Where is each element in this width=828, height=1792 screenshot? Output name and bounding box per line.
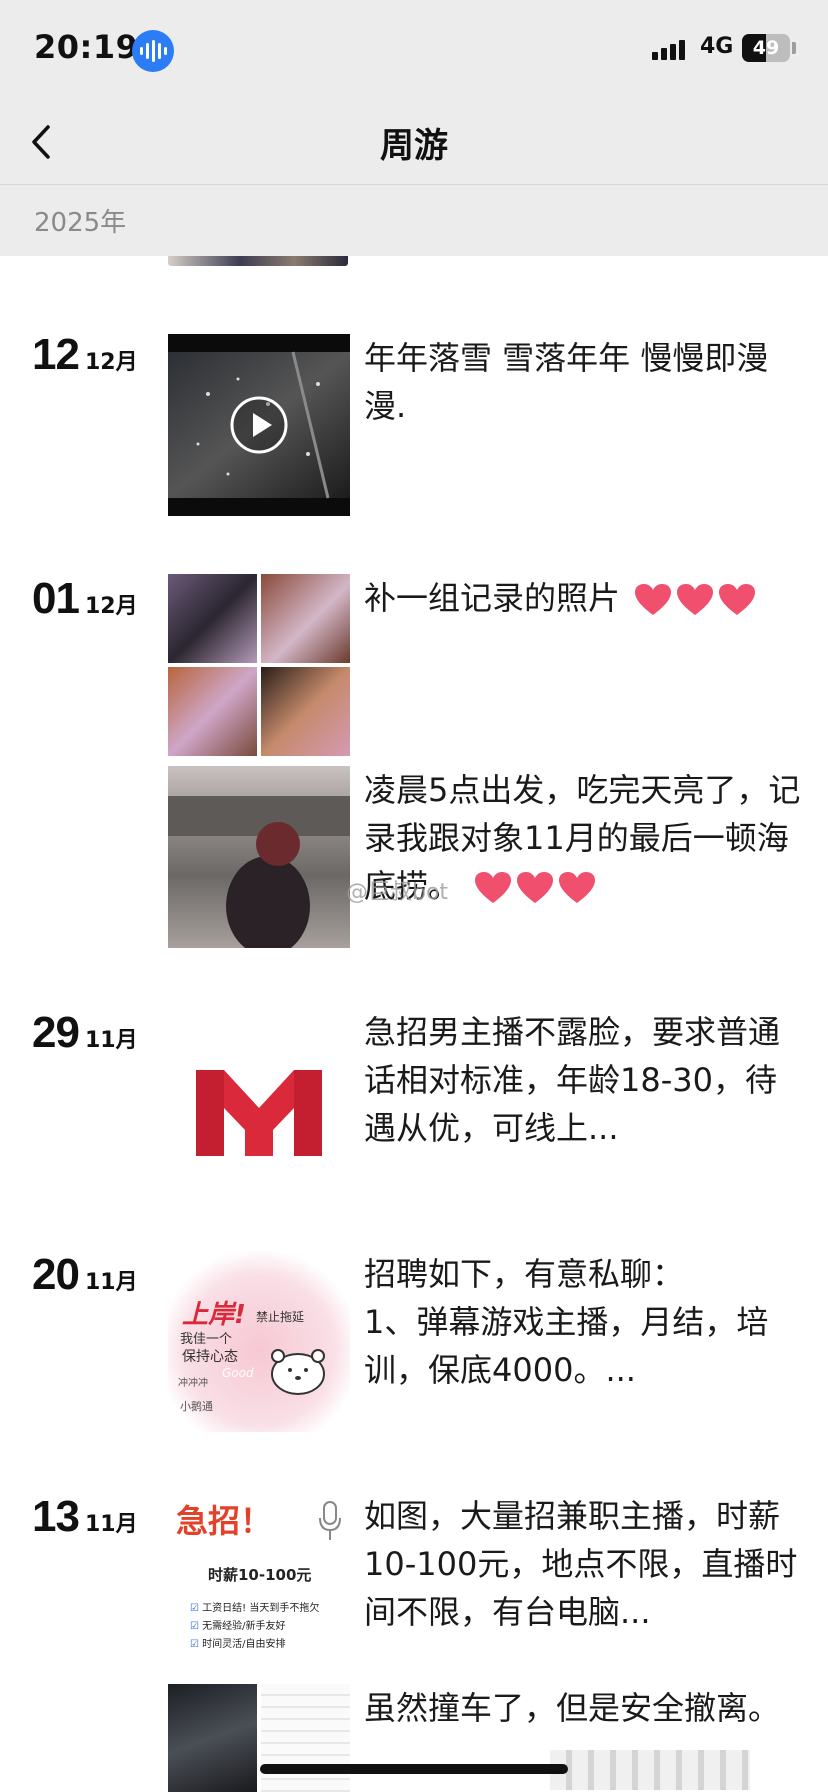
header-area: 20:19 4G 49 周游 2025年 — [0, 0, 828, 256]
poster-bullet: 时间灵活/自由安排 — [202, 1639, 286, 1650]
post-day: 20 — [32, 1250, 80, 1299]
sticker-line: 禁止拖延 — [256, 1310, 305, 1324]
signal-icon — [652, 38, 685, 60]
post-item[interactable]: 凌晨5点出发，吃完天亮了，记录我跟对象11月的最后一顿海底捞。 — [168, 766, 800, 948]
poster-bullet: 无需经验/新手友好 — [202, 1621, 286, 1632]
sticker-line: 我佳一个 — [180, 1332, 233, 1347]
post-month: 12月 — [84, 350, 138, 375]
post-month: 11月 — [84, 1028, 138, 1053]
status-bar: 20:19 4G 49 — [0, 0, 828, 100]
photo-thumbnail[interactable] — [168, 1684, 257, 1792]
post-text[interactable]: 急招男主播不露脸，要求普通话相对标准，年龄18-30，待遇从优，可线上... — [364, 1008, 804, 1152]
post-date: 13 11月 — [32, 1492, 138, 1542]
logo-thumbnail[interactable] — [168, 1008, 350, 1190]
photo-thumbnail[interactable] — [261, 574, 350, 663]
sticker-good: Good — [222, 1366, 254, 1380]
microphone-icon — [319, 1501, 341, 1540]
post-text[interactable]: 如图，大量招兼职主播，时薪10-100元，地点不限，直播时间不限，有台电脑... — [364, 1492, 804, 1636]
poster-headline: 急招！ — [176, 1502, 273, 1540]
video-thumbnail[interactable] — [168, 334, 350, 516]
battery-percent: 49 — [752, 37, 780, 59]
sticker-brand: 小鹅通 — [180, 1400, 213, 1413]
play-icon[interactable] — [229, 395, 289, 455]
post-item[interactable]: 补一组记录的照片 — [168, 574, 798, 756]
status-time: 20:19 — [34, 28, 139, 66]
nav-bar: 周游 — [0, 100, 828, 184]
sticker-footer: 冲冲冲 — [178, 1378, 208, 1389]
sticker-headline: 上岸! — [182, 1300, 246, 1330]
heart-icon — [517, 872, 554, 903]
post-item[interactable]: 急招男主播不露脸，要求普通话相对标准，年龄18-30，待遇从优，可线上... — [168, 1008, 798, 1190]
post-date: 29 11月 — [32, 1008, 138, 1058]
battery-icon: 49 — [742, 34, 790, 62]
post-text[interactable]: 补一组记录的照片 — [364, 574, 804, 622]
poster-bullets: ☑ 工资日结! 当天到手不拖欠 ☑ 无需经验/新手友好 ☑ 时间灵活/自由安排 — [190, 1600, 319, 1654]
voice-assistant-icon[interactable] — [132, 30, 174, 72]
post-month: 11月 — [84, 1270, 138, 1295]
post-item[interactable]: 年年落雪 雪落年年 慢慢即漫漫. — [168, 334, 798, 516]
heart-icon — [475, 872, 512, 903]
post-text-content: 补一组记录的照片 — [364, 579, 621, 617]
post-date: 12 12月 — [32, 330, 138, 380]
heart-emojis — [474, 871, 596, 905]
heart-icon — [719, 584, 756, 615]
heart-icon — [635, 584, 672, 615]
post-date: 20 11月 — [32, 1250, 138, 1300]
blurred-region — [550, 1750, 750, 1790]
battery-tip — [792, 42, 796, 54]
photo-thumbnail[interactable] — [168, 574, 257, 663]
brand-logo-icon — [196, 1070, 322, 1156]
post-date: 01 12月 — [32, 574, 138, 624]
photo-thumbnail[interactable] — [261, 1684, 350, 1792]
poster-wage: 时薪10-100元 — [208, 1566, 312, 1584]
page-title: 周游 — [380, 126, 448, 166]
heart-icon — [677, 584, 714, 615]
heart-icon — [559, 872, 596, 903]
post-item[interactable]: 急招！ 时薪10-100元 ☑ 工资日结! 当天到手不拖欠 ☑ 无需经验/新手友… — [168, 1492, 798, 1674]
check-icon: ☑ — [190, 1621, 199, 1632]
post-text[interactable]: 年年落雪 雪落年年 慢慢即漫漫. — [364, 334, 804, 430]
post-item[interactable]: 上岸! 我佳一个 保持心态 禁止拖延 Good 冲冲冲 小鹅通 招聘如下，有意私… — [168, 1250, 798, 1432]
post-day: 01 — [32, 574, 80, 623]
photo-thumbnail[interactable] — [168, 766, 350, 948]
post-day: 13 — [32, 1492, 80, 1541]
network-type: 4G — [700, 34, 734, 59]
post-day: 12 — [32, 330, 80, 379]
divider — [0, 184, 828, 185]
poster-bullet: 工资日结! 当天到手不拖欠 — [202, 1603, 320, 1614]
photo-pair[interactable] — [168, 1684, 350, 1792]
photo-content — [168, 796, 350, 948]
bear-icon — [271, 1349, 325, 1395]
photo-thumbnail[interactable] — [168, 667, 257, 756]
year-label: 2025年 — [34, 208, 127, 238]
home-indicator[interactable] — [260, 1764, 568, 1774]
post-day: 29 — [32, 1008, 80, 1057]
sticker-thumbnail[interactable]: 上岸! 我佳一个 保持心态 禁止拖延 Good 冲冲冲 小鹅通 — [168, 1250, 350, 1432]
post-month: 11月 — [84, 1512, 138, 1537]
post-text[interactable]: 招聘如下，有意私聊： 1、弹幕游戏主播，月结，培训，保底4000。... — [364, 1250, 804, 1394]
post-month: 12月 — [84, 594, 138, 619]
photo-thumbnail[interactable] — [261, 667, 350, 756]
check-icon: ☑ — [190, 1639, 199, 1650]
poster-thumbnail[interactable]: 急招！ 时薪10-100元 ☑ 工资日结! 当天到手不拖欠 ☑ 无需经验/新手友… — [168, 1492, 350, 1674]
check-icon: ☑ — [190, 1603, 199, 1614]
heart-emojis — [634, 583, 756, 617]
sticker-line: 保持心态 — [182, 1349, 238, 1365]
photo-grid[interactable] — [168, 574, 350, 756]
watermark: @巨叔bot — [346, 880, 449, 905]
